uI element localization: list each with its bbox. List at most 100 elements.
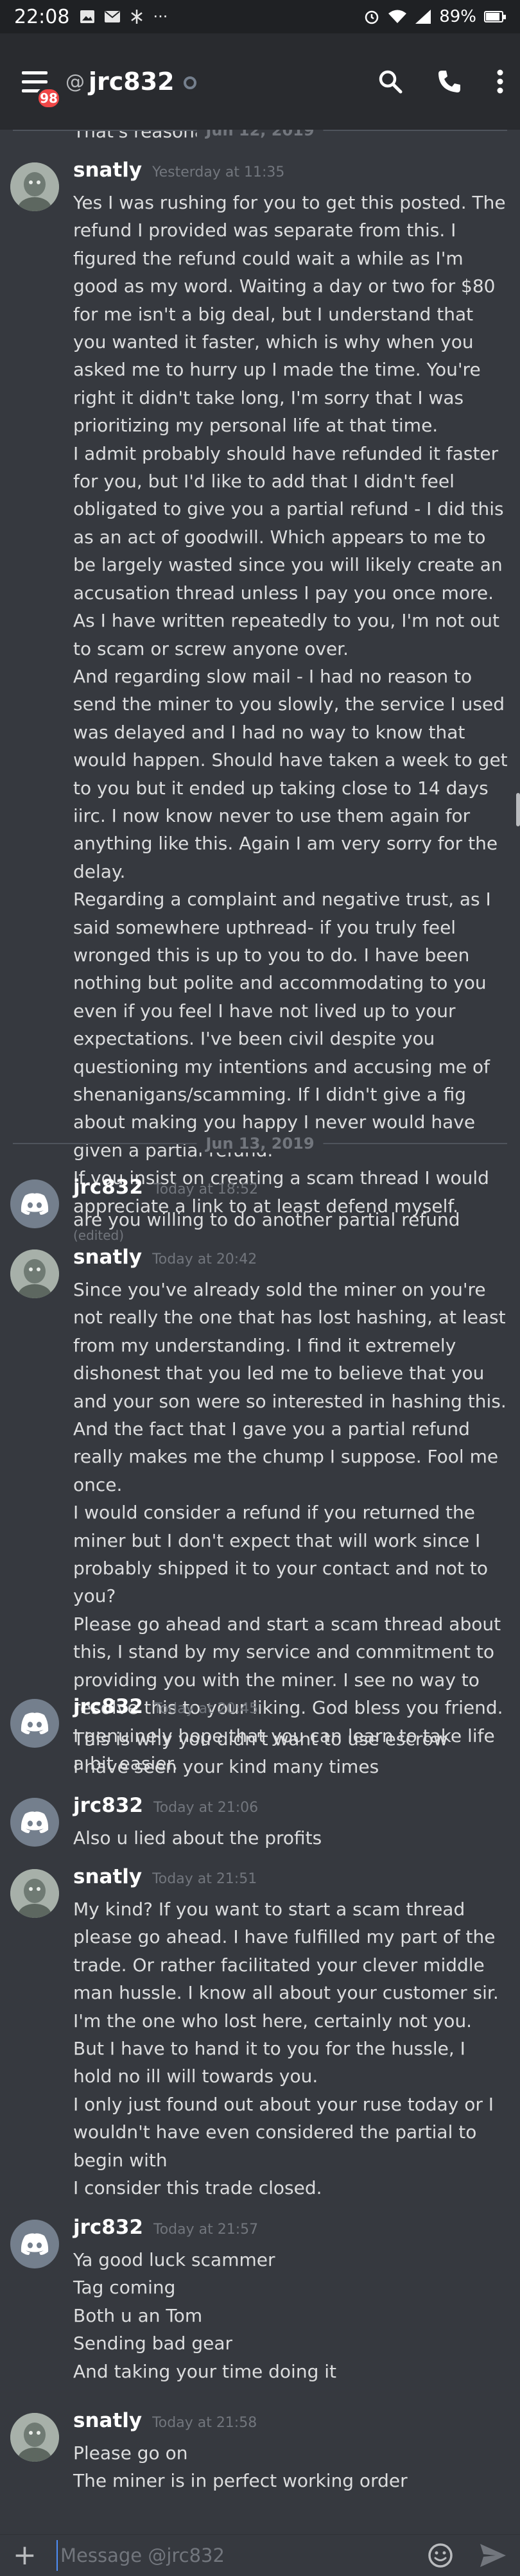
message-author[interactable]: jrc832 [73,1695,143,1718]
message-header: snatly Yesterday at 11:35 [73,159,284,182]
user-avatar-image [10,1869,59,1918]
message-timestamp: Today at 20:42 [152,1251,257,1267]
more-icon: ··· [153,8,168,26]
message-line: Tag coming [73,2277,176,2299]
more-options-icon[interactable] [496,69,505,94]
message-line: I admit probably should have refunded it… [73,442,510,659]
message-line: Ya good luck scammer [73,2249,275,2270]
message-line: And taking your time doing it [73,2360,337,2382]
avatar[interactable] [10,162,59,211]
signal-icon [415,10,431,24]
message-author[interactable]: snatly [73,2409,142,2432]
message-timestamp: Today at 21:51 [152,1871,257,1887]
user-avatar-image [10,2413,59,2462]
message-author[interactable]: snatly [73,159,142,182]
message-line: Regarding a complaint and negative trust… [73,889,497,1161]
alarm-icon [365,10,379,24]
message-header: snatly Today at 21:58 [73,2409,257,2432]
message-input[interactable] [56,2540,416,2571]
message-content: Also u lied about the profits [73,1824,510,1852]
message-line: Both u an Tom [73,2304,203,2326]
status-bar: 22:08 ··· 89% [0,0,520,33]
image-icon [80,10,95,23]
message-content: This is why you didn't want to use escro… [73,1725,510,1781]
message-content: Please go on The miner is in perfect wor… [73,2439,510,2495]
message-content: Yes I was rushing for you to get this po… [73,189,510,1249]
offline-status-icon [183,76,196,89]
battery-level [486,13,500,21]
at-icon: @ [65,70,85,93]
date-divider: Jun 12, 2019 [13,130,507,139]
discord-logo-icon [21,1193,49,1215]
message-line: I consider this trade closed. [73,2177,322,2199]
message-author[interactable]: jrc832 [73,1794,143,1817]
message-line: are you willing to do another partial re… [73,1209,460,1230]
message-header: jrc832 Today at 21:06 [73,1794,258,1817]
plus-icon[interactable]: + [13,2541,37,2570]
message-content: are you willing to do another partial re… [73,1206,510,1233]
message-line: This is why you didn't want to use escro… [73,1728,448,1750]
user-avatar-image [10,1249,59,1298]
avatar[interactable] [10,1249,59,1298]
message-line: Also u lied about the profits [73,1827,322,1849]
discord-logo-icon [21,1712,49,1734]
message-author[interactable]: snatly [73,1865,142,1888]
status-notification-icons: ··· [80,8,168,26]
message-line: Yes I was rushing for you to get this po… [73,192,512,437]
message-line: I have seen your kind many times [73,1756,379,1778]
date-divider-label: Jun 13, 2019 [196,1135,324,1153]
message-timestamp: Today at 21:58 [152,2415,257,2431]
dm-recipient-name[interactable]: jrc832 [89,67,175,96]
date-divider: Jun 13, 2019 [13,1135,507,1153]
message-timestamp: Today at 18:52 [153,1181,259,1197]
user-avatar-image [10,162,59,211]
unread-badge: 98 [36,87,62,110]
wifi-icon [388,10,407,23]
message-line: Since you've already sold the miner on y… [73,1279,512,1495]
message-line: But I have to hand it to you for the hus… [73,2038,471,2087]
status-system-icons: 89% [363,7,506,26]
message-line: Please go on [73,2442,188,2464]
mail-icon [105,11,121,22]
message-line: I would consider a refund if you returne… [73,1502,494,1607]
avatar[interactable] [10,1869,59,1918]
message-line: I only just found out about your ruse to… [73,2093,499,2171]
message-header: jrc832 Today at 21:57 [73,2216,258,2239]
battery-icon [484,11,506,22]
message-timestamp: Yesterday at 11:35 [152,164,285,180]
message-author[interactable]: jrc832 [73,1176,143,1199]
message-list[interactable]: That's reasonable Jun 12, 2019 snatly Ye… [0,130,520,2534]
hamburger-icon-bar [22,80,48,83]
network-icon [131,10,143,24]
emoji-icon[interactable] [428,2543,453,2568]
message-line: The miner is in perfect working order [73,2470,408,2492]
discord-logo-icon [21,2233,49,2255]
call-icon[interactable] [437,69,462,94]
hamburger-icon [22,71,48,74]
header-actions [377,69,505,94]
avatar[interactable] [10,2220,59,2268]
status-time: 22:08 [14,5,70,28]
message-header: snatly Today at 21:51 [73,1865,257,1888]
message-content: My kind? If you want to start a scam thr… [73,1895,510,2202]
message-timestamp: Today at 21:06 [153,1800,259,1816]
avatar[interactable] [10,1798,59,1847]
message-header: snatly Today at 20:42 [73,1246,257,1269]
avatar[interactable] [10,2413,59,2462]
message-composer: + [0,2534,520,2576]
send-icon[interactable] [479,2543,507,2568]
date-divider-label: Jun 12, 2019 [196,130,324,139]
message-timestamp: Today at 21:57 [153,2222,259,2238]
scrollbar-thumb[interactable] [516,793,520,826]
search-icon[interactable] [377,69,403,94]
avatar[interactable] [10,1179,59,1228]
message-author[interactable]: snatly [73,1246,142,1269]
message-timestamp: Today at 20:45 [153,1701,259,1717]
message-author[interactable]: jrc832 [73,2216,143,2239]
avatar[interactable] [10,1699,59,1748]
battery-percent: 89% [439,7,476,26]
message-line: My kind? If you want to start a scam thr… [73,1899,505,2032]
message-content: Ya good luck scammer Tag coming Both u a… [73,2246,510,2385]
hamburger-menu-button[interactable]: 98 [15,62,62,110]
dm-header: 98 @ jrc832 [0,33,520,130]
